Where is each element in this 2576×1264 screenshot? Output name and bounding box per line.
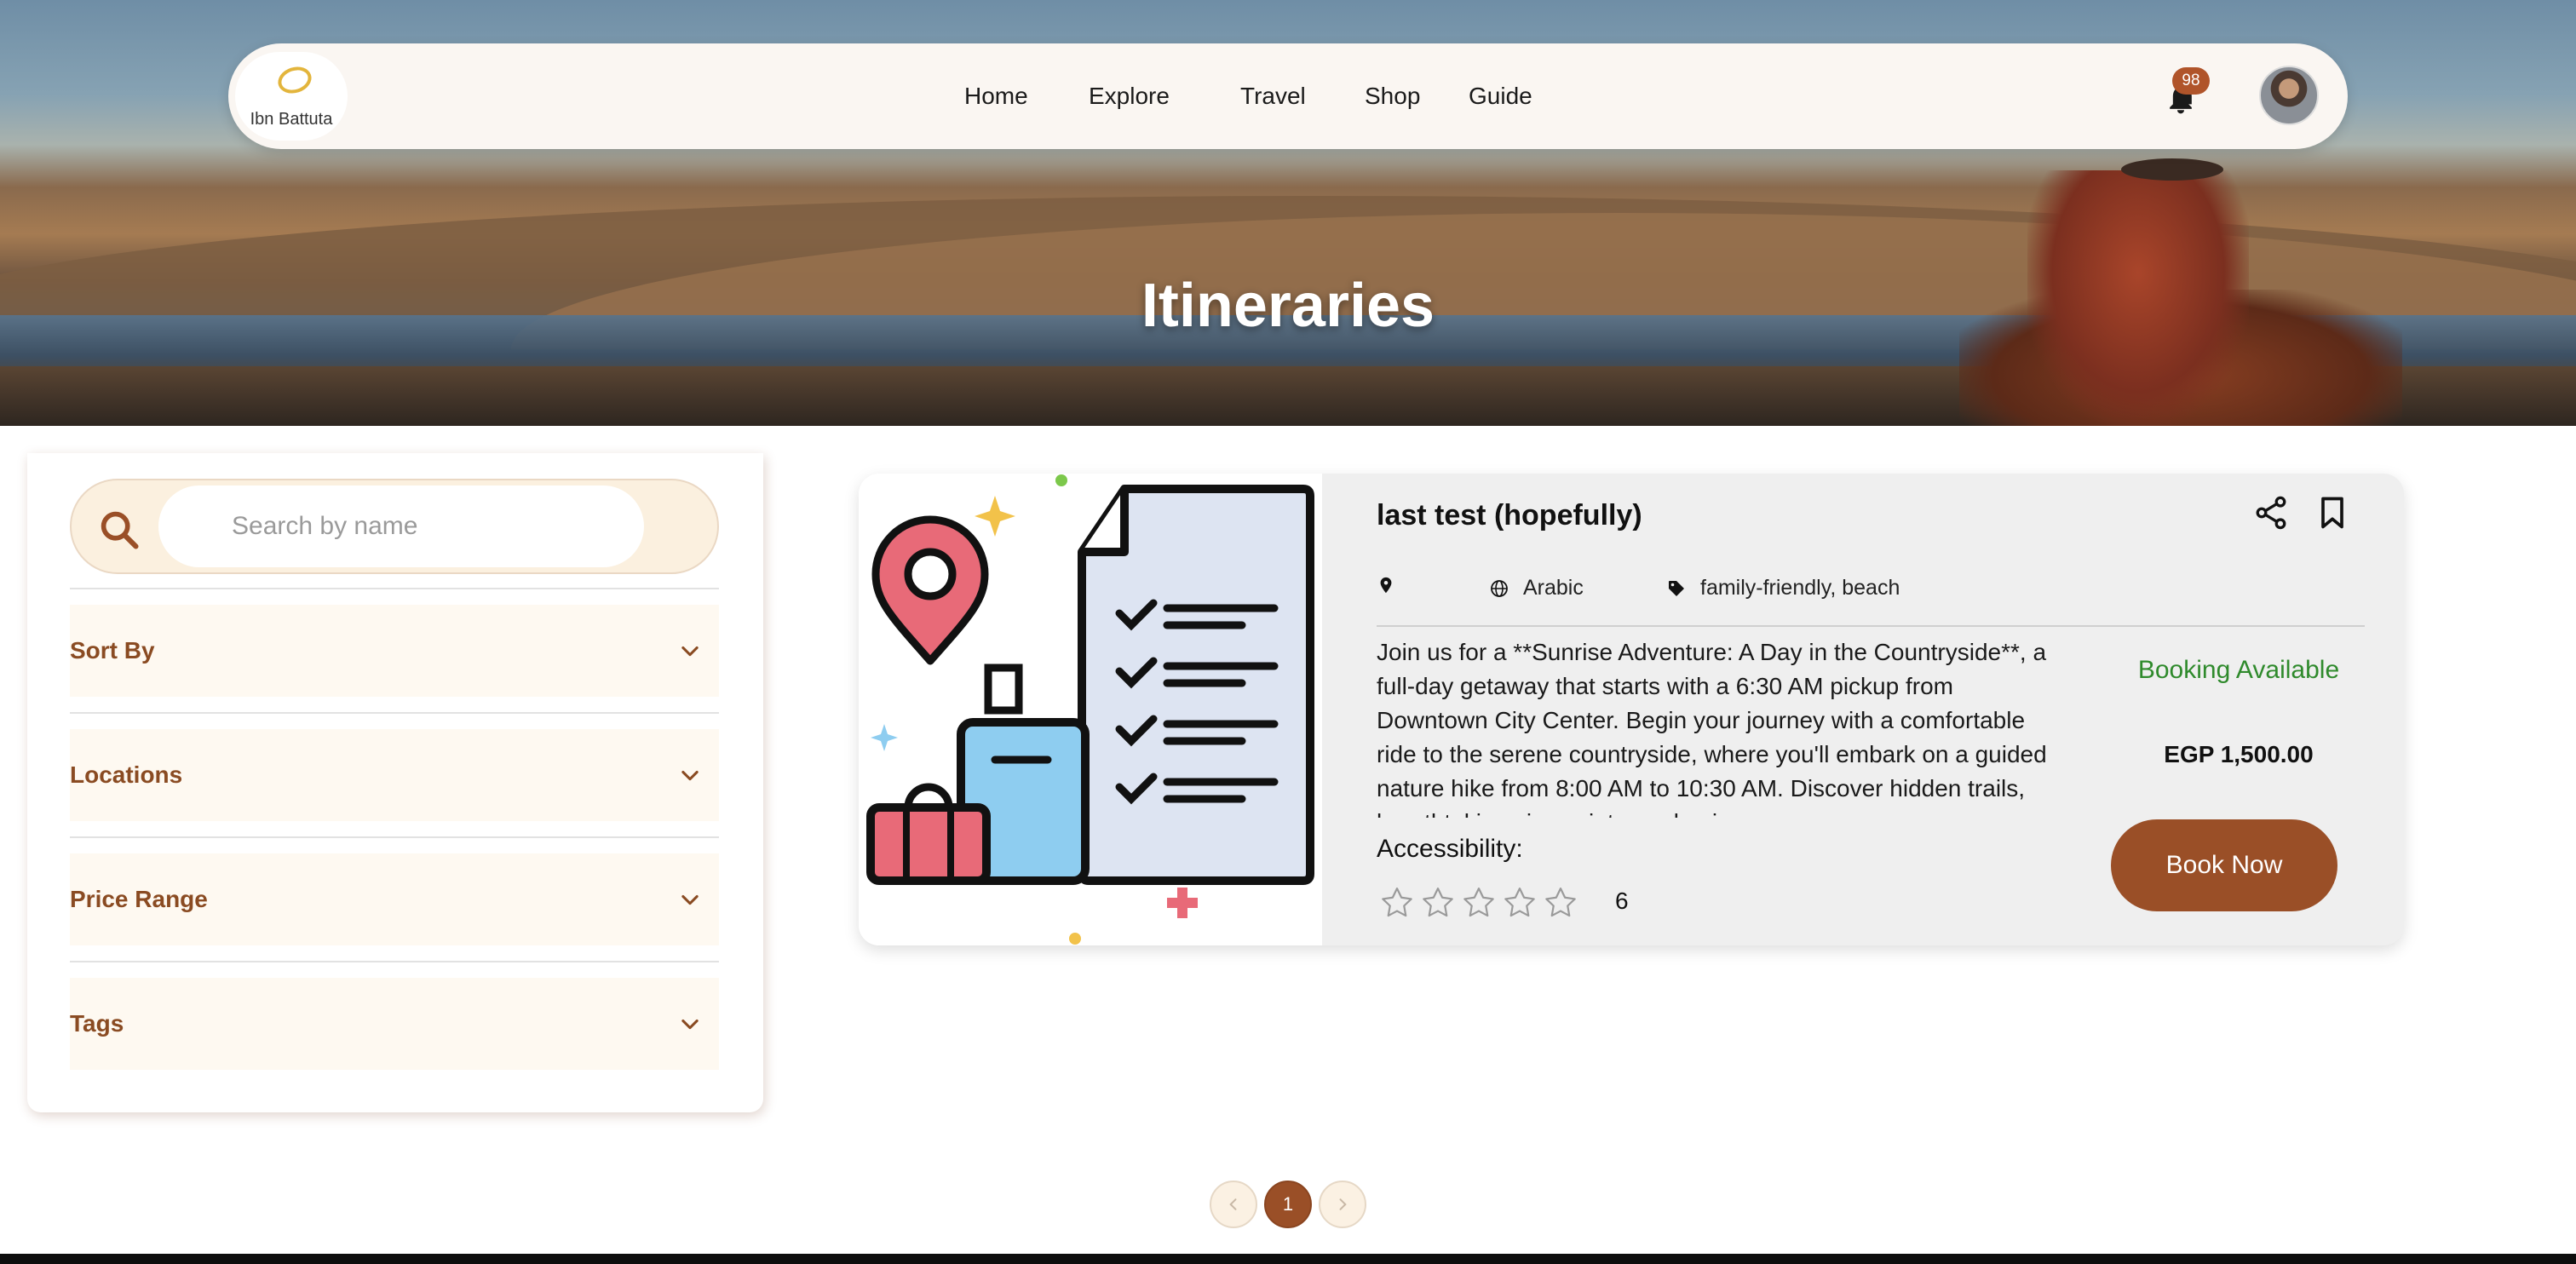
meta-location <box>1377 576 1409 595</box>
chevron-left-icon <box>1229 1198 1237 1210</box>
chevron-down-icon <box>681 646 699 657</box>
globe-icon <box>1491 579 1508 597</box>
hero-rider-hat <box>2121 158 2223 181</box>
nav-links: Home Explore Travel Shop Guide <box>228 43 2348 149</box>
nav-shop[interactable]: Shop <box>1365 83 1420 110</box>
book-now-button[interactable]: Book Now <box>2111 819 2337 911</box>
star-rating[interactable] <box>1377 884 1581 922</box>
filter-label: Locations <box>70 761 183 788</box>
user-avatar[interactable] <box>2259 66 2319 125</box>
tag-icon <box>1669 580 1684 596</box>
itinerary-description: Join us for a **Sunrise Adventure: A Day… <box>1377 639 2047 818</box>
filter-label: Sort By <box>70 637 155 664</box>
meta-tags: family-friendly, beach <box>1666 576 1900 600</box>
card-divider <box>1377 625 2365 627</box>
divider <box>70 588 719 589</box>
filter-locations[interactable]: Locations <box>70 729 719 821</box>
chevron-down-icon <box>681 1019 699 1030</box>
filter-sort-by[interactable]: Sort By <box>70 605 719 697</box>
filter-sidebar: Sort By Locations Price Range Tags <box>27 453 763 1112</box>
divider <box>70 712 719 714</box>
star-icon[interactable] <box>1458 884 1499 922</box>
itinerary-card[interactable]: last test (hopefully) Arabic family-frie… <box>859 474 2404 945</box>
divider <box>70 836 719 838</box>
page-title: Itineraries <box>1141 272 1435 340</box>
star-icon[interactable] <box>1499 884 1540 922</box>
filter-label: Tags <box>70 1010 124 1037</box>
notification-badge: 98 <box>2172 67 2210 95</box>
chevron-down-icon <box>681 770 699 781</box>
search-input[interactable] <box>158 485 644 567</box>
chevron-down-icon <box>681 894 699 905</box>
tags-text: family-friendly, beach <box>1700 576 1900 600</box>
price: EGP 1,500.00 <box>2164 741 2314 767</box>
nav-travel[interactable]: Travel <box>1240 83 1306 110</box>
accessibility-label: Accessibility: <box>1377 835 1523 863</box>
pagination-next[interactable] <box>1319 1181 1366 1228</box>
star-icon[interactable] <box>1417 884 1458 922</box>
pagination-page-current[interactable]: 1 <box>1264 1181 1312 1228</box>
filter-price-range[interactable]: Price Range <box>70 853 719 945</box>
itinerary-illustration <box>859 474 1322 945</box>
star-icon[interactable] <box>1540 884 1581 922</box>
top-navbar: Ibn Battuta Home Explore Travel Shop Gui… <box>228 43 2348 149</box>
bookmark-icon[interactable] <box>2314 494 2351 531</box>
language-text: Arabic <box>1523 576 1584 600</box>
footer-edge <box>0 1254 2576 1264</box>
filter-label: Price Range <box>70 886 208 912</box>
meta-language: Arabic <box>1489 576 1584 600</box>
availability-status: Booking Available <box>2137 656 2340 684</box>
chevron-right-icon <box>1339 1198 1347 1210</box>
itinerary-title: last test (hopefully) <box>1377 499 1642 531</box>
nav-home[interactable]: Home <box>964 83 1028 110</box>
filter-tags[interactable]: Tags <box>70 978 719 1070</box>
rating-count: 6 <box>1615 888 1629 914</box>
nav-explore[interactable]: Explore <box>1089 83 1170 110</box>
nav-guide[interactable]: Guide <box>1469 83 1532 110</box>
location-pin-icon <box>1380 577 1392 594</box>
share-icon[interactable] <box>2252 494 2290 531</box>
search-bar <box>70 479 719 574</box>
pagination-prev[interactable] <box>1210 1181 1257 1228</box>
divider <box>70 961 719 962</box>
star-icon[interactable] <box>1377 884 1417 922</box>
search-icon[interactable] <box>97 508 141 552</box>
